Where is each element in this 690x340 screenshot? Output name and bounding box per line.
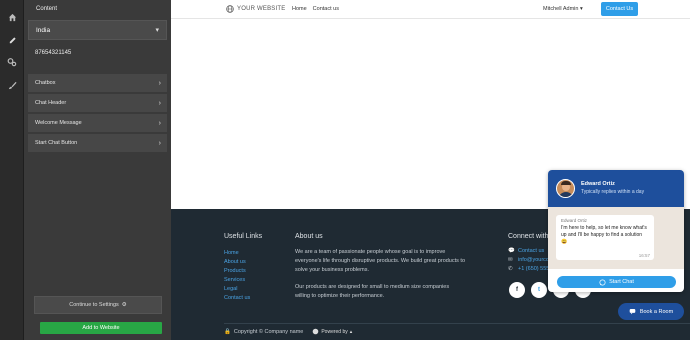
useful-links-title: Useful Links	[224, 233, 263, 240]
nav-contact-us[interactable]: Contact us	[313, 6, 339, 12]
site-navbar: YOUR WEBSITE Home Contact us Mitchell Ad…	[171, 0, 690, 19]
about-paragraph-2: Our products are designed for small to m…	[295, 284, 450, 300]
start-chat-button[interactable]: Start Chat	[557, 276, 676, 288]
chevron-right-icon: ›	[158, 119, 161, 127]
footer-link-services[interactable]: Services	[224, 277, 250, 284]
chat-widget: Edward Ortiz Typically replies within a …	[548, 170, 684, 292]
book-a-room-button[interactable]: Book a Room	[618, 303, 684, 320]
footer-link-about[interactable]: About us	[224, 259, 250, 266]
chat-body: Edward Ortiz I'm here to help, so let me…	[548, 207, 684, 269]
chat-bubble-icon	[629, 309, 636, 315]
user-menu[interactable]: Mitchell Admin ▾	[543, 6, 583, 12]
row-label: Start Chat Button	[35, 140, 78, 146]
user-name: Mitchell Admin	[543, 6, 579, 12]
agent-name: Edward Ortiz	[581, 181, 615, 187]
twitter-icon[interactable]: t	[531, 282, 547, 298]
globe-icon	[226, 5, 234, 13]
row-start-chat-button[interactable]: Start Chat Button ›	[28, 134, 167, 152]
about-paragraph-1: We are a team of passionate people whose…	[295, 249, 466, 273]
add-label: Add to Website	[82, 325, 120, 331]
footer-divider	[224, 323, 690, 324]
powered-text: Powered by	[321, 328, 348, 335]
caret-down-icon: ▾	[580, 6, 583, 12]
contact-label: Contact Us	[605, 6, 634, 12]
book-label: Book a Room	[639, 308, 674, 315]
row-welcome-message[interactable]: Welcome Message ›	[28, 114, 167, 132]
powered-by[interactable]: Powered by ▴	[312, 328, 352, 335]
envelope-icon: ✉	[508, 257, 513, 263]
company-logo-icon	[313, 328, 319, 335]
row-chat-header[interactable]: Chat Header ›	[28, 94, 167, 112]
footer-link-contact[interactable]: Contact us	[224, 295, 250, 302]
copyright-text: Copyright © Company name	[233, 328, 304, 335]
row-label: Welcome Message	[35, 120, 82, 126]
panel-title: Content	[36, 6, 58, 12]
country-value: India	[36, 26, 51, 34]
start-chat-label: Start Chat	[609, 279, 634, 285]
phone-icon: ✆	[508, 266, 513, 272]
left-icon-rail	[0, 0, 24, 340]
message-bubble: Edward Ortiz I'm here to help, so let me…	[556, 215, 654, 260]
agent-subtitle: Typically replies within a day	[581, 189, 645, 195]
editor-panel: Content India ▾ 87654321145 Chatbox › Ch…	[24, 0, 171, 340]
gears-icon[interactable]	[5, 55, 19, 69]
row-label: Chatbox	[35, 80, 56, 86]
nav-home[interactable]: Home	[292, 6, 307, 12]
brush-icon[interactable]	[5, 78, 19, 92]
caret-up-icon: ▴	[349, 328, 353, 335]
footer-link-legal[interactable]: Legal	[224, 286, 250, 293]
row-label: Chat Header	[35, 100, 67, 106]
about-title: About us	[295, 233, 323, 240]
continue-to-settings-button[interactable]: Continue to Settings ⚙	[34, 296, 162, 314]
lock-icon: 🔒	[224, 328, 231, 335]
chevron-down-icon: ▾	[155, 27, 159, 34]
phone-value: 87654321145	[35, 50, 72, 56]
facebook-icon[interactable]: f	[509, 282, 525, 298]
chevron-right-icon: ›	[158, 99, 161, 107]
about-text: We are a team of passionate people whose…	[295, 248, 465, 301]
gear-icon: ⚙	[121, 302, 127, 308]
footer-link-products[interactable]: Products	[224, 268, 250, 275]
add-to-website-button[interactable]: Add to Website	[40, 322, 162, 334]
country-select[interactable]: India ▾	[28, 20, 167, 40]
contact-us-button[interactable]: Contact Us	[601, 2, 638, 16]
footer-link-home[interactable]: Home	[224, 250, 250, 257]
row-chatbox[interactable]: Chatbox ›	[28, 74, 167, 92]
agent-avatar	[556, 179, 575, 198]
phone-field[interactable]: 87654321145	[28, 40, 167, 66]
site-logo[interactable]: YOUR WEBSITE	[226, 5, 285, 13]
whatsapp-icon	[599, 278, 606, 286]
bubble-text: I'm here to help, so let me know what's …	[561, 225, 647, 245]
connect-text: Contact us	[518, 248, 545, 254]
chevron-right-icon: ›	[158, 79, 161, 87]
bubble-sender: Edward Ortiz	[561, 218, 588, 223]
copyright-bar: 🔒 Copyright © Company name Powered by ▴	[224, 328, 352, 335]
home-icon[interactable]	[5, 10, 19, 24]
continue-label: Continue to Settings	[69, 302, 119, 308]
chevron-right-icon: ›	[158, 139, 161, 147]
pencil-icon[interactable]	[5, 33, 19, 47]
chat-header: Edward Ortiz Typically replies within a …	[548, 170, 684, 207]
bubble-time: 16:57	[638, 253, 650, 258]
comment-icon: 💬	[508, 248, 515, 254]
logo-text: YOUR WEBSITE	[237, 6, 286, 12]
